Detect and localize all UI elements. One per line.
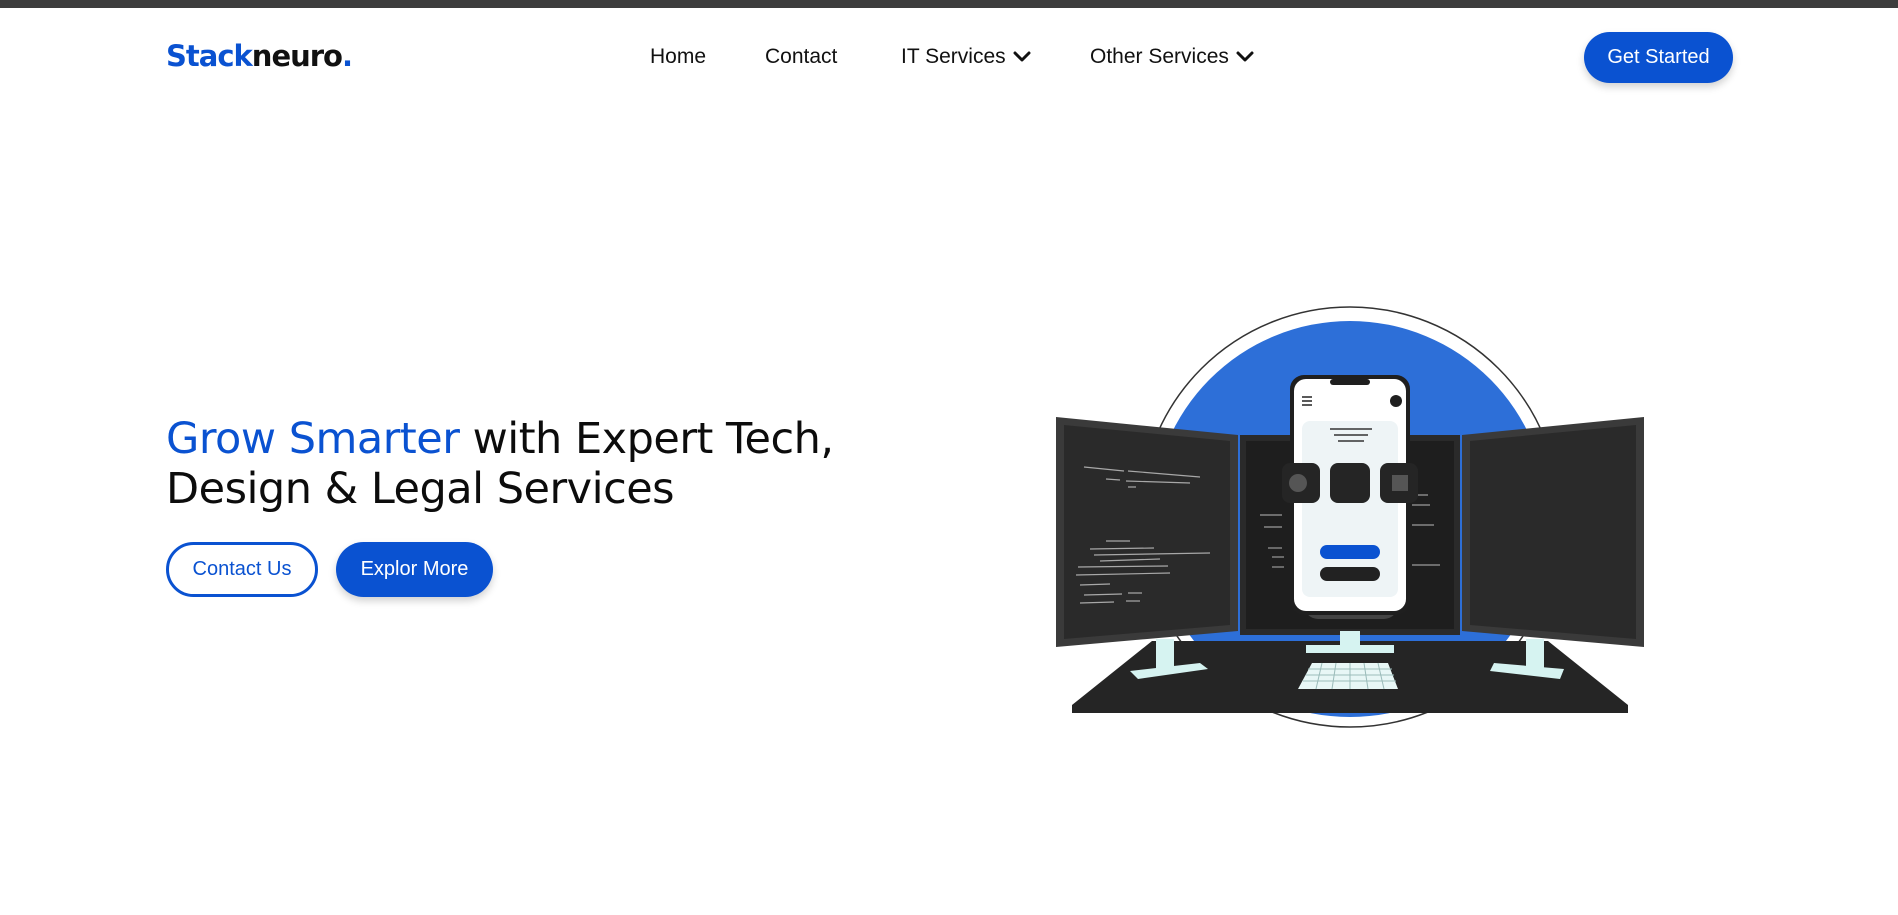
- logo-dot: .: [341, 39, 353, 73]
- nav-contact[interactable]: Contact: [765, 42, 837, 72]
- explore-more-button[interactable]: Explor More: [336, 542, 493, 597]
- chevron-down-icon: [1236, 51, 1254, 62]
- chevron-down-icon: [1013, 51, 1031, 62]
- nav-home-label: Home: [650, 45, 707, 68]
- smartphone: [1282, 375, 1418, 619]
- multi-monitor-workstation-illustration: [1056, 306, 1644, 728]
- nav-other-services-label: Other Services: [1090, 45, 1229, 68]
- hero-title-line1-rest: with Expert Tech,: [459, 414, 834, 464]
- get-started-button[interactable]: Get Started: [1584, 32, 1733, 83]
- hero-title-accent: Grow Smarter: [166, 414, 460, 464]
- site-header: Stackneuro. Home Contact IT Services Oth…: [0, 8, 1898, 108]
- nav-home[interactable]: Home: [650, 42, 706, 72]
- keyboard: [1298, 662, 1398, 690]
- contact-us-button[interactable]: Contact Us: [166, 542, 318, 597]
- site-logo[interactable]: Stackneuro.: [166, 38, 353, 74]
- right-monitor: [1462, 417, 1644, 647]
- nav-it-services-label: IT Services: [901, 45, 1006, 68]
- logo-part-neuro: neuro: [251, 39, 343, 73]
- hero-title-line2: Design & Legal Services: [166, 464, 675, 514]
- nav-it-services[interactable]: IT Services: [901, 42, 1032, 72]
- top-accent-bar: [0, 0, 1898, 8]
- hero-title: Grow Smarter with Expert Tech, Design & …: [166, 414, 886, 514]
- logo-part-stack: Stack: [166, 39, 253, 73]
- left-monitor: [1056, 417, 1238, 647]
- nav-other-services[interactable]: Other Services: [1090, 42, 1255, 72]
- nav-contact-label: Contact: [765, 45, 838, 68]
